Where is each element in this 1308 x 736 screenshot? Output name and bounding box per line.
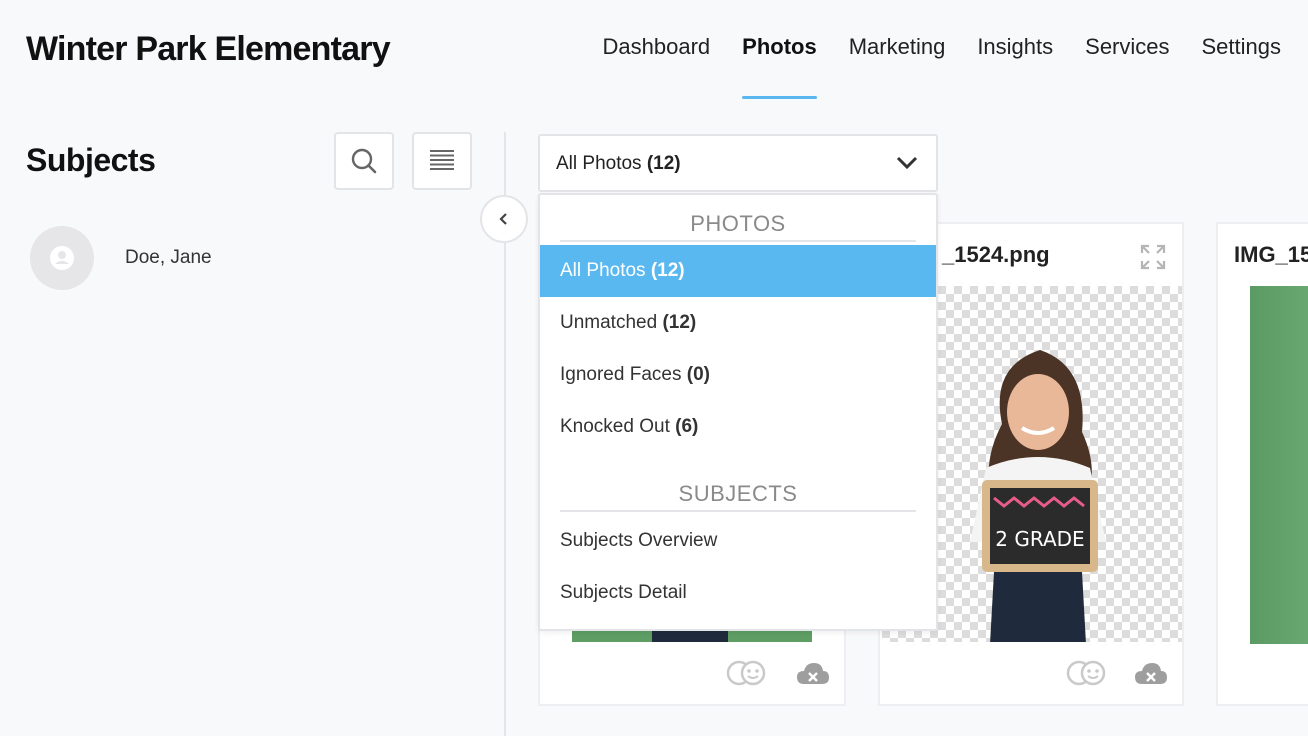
student-photo: 2 GRADE bbox=[970, 350, 1106, 644]
user-avatar-icon bbox=[50, 246, 74, 270]
menu-item-label: Subjects Overview bbox=[560, 530, 718, 551]
nav-settings[interactable]: Settings bbox=[1202, 34, 1282, 100]
nav-insights[interactable]: Insights bbox=[977, 34, 1053, 100]
subject-name: Doe, Jane bbox=[125, 247, 212, 268]
collapse-panel-button[interactable] bbox=[480, 195, 528, 243]
filter-selected-label: All Photos bbox=[556, 153, 642, 174]
svg-text:2 GRADE: 2 GRADE bbox=[995, 527, 1084, 551]
filter-selected-count: (12) bbox=[646, 153, 681, 174]
nav-services[interactable]: Services bbox=[1085, 34, 1169, 100]
menu-item-unmatched[interactable]: Unmatched (12) bbox=[540, 297, 936, 349]
menu-item-label: All Photos bbox=[560, 260, 646, 281]
menu-item-label: Subjects Detail bbox=[560, 582, 687, 603]
search-icon bbox=[351, 148, 377, 174]
filter-selected-value: All Photos (12) bbox=[556, 153, 681, 175]
card-footer bbox=[880, 642, 1182, 704]
menu-item-subjects-detail[interactable]: Subjects Detail bbox=[540, 567, 936, 619]
card-footer bbox=[540, 642, 844, 704]
list-view-button[interactable] bbox=[412, 132, 472, 190]
photo-card[interactable]: IMG_15 bbox=[1216, 222, 1308, 706]
photo-filter-select[interactable]: All Photos (12) bbox=[538, 134, 938, 192]
menu-item-label: Knocked Out bbox=[560, 416, 670, 437]
menu-item-all-photos[interactable]: All Photos (12) bbox=[540, 245, 936, 297]
face-match-icon[interactable] bbox=[1066, 660, 1106, 686]
list-view-icon bbox=[430, 150, 454, 170]
cloud-remove-icon[interactable] bbox=[1134, 660, 1168, 686]
menu-item-knocked-out[interactable]: Knocked Out (6) bbox=[540, 401, 936, 453]
subjects-section-header: SUBJECTS bbox=[560, 481, 916, 512]
photo-thumbnail[interactable] bbox=[1250, 286, 1308, 644]
nav-marketing[interactable]: Marketing bbox=[849, 34, 946, 100]
face-match-icon[interactable] bbox=[726, 660, 766, 686]
photo-filename: IMG_15 bbox=[1234, 242, 1308, 267]
avatar bbox=[30, 226, 94, 290]
subject-list-item[interactable]: Doe, Jane bbox=[30, 226, 212, 290]
nav-photos[interactable]: Photos bbox=[742, 34, 817, 100]
subjects-title: Subjects bbox=[26, 142, 156, 178]
menu-item-ignored-faces[interactable]: Ignored Faces (0) bbox=[540, 349, 936, 401]
menu-item-label: Ignored Faces bbox=[560, 364, 682, 385]
menu-item-subjects-overview[interactable]: Subjects Overview bbox=[540, 515, 936, 567]
main-nav: Dashboard Photos Marketing Insights Serv… bbox=[571, 34, 1281, 100]
menu-item-label: Unmatched bbox=[560, 312, 658, 333]
menu-item-count: (12) bbox=[650, 260, 685, 281]
expand-icon[interactable] bbox=[1140, 244, 1166, 270]
menu-item-count: (12) bbox=[662, 312, 697, 333]
chevron-left-icon bbox=[499, 213, 507, 225]
chevron-down-icon bbox=[896, 156, 918, 170]
photos-section-header: PHOTOS bbox=[560, 211, 916, 242]
search-button[interactable] bbox=[334, 132, 394, 190]
app-title: Winter Park Elementary bbox=[26, 30, 391, 68]
cloud-remove-icon[interactable] bbox=[796, 660, 830, 686]
menu-item-count: (0) bbox=[686, 364, 710, 385]
filter-dropdown-menu: PHOTOS All Photos (12) Unmatched (12) Ig… bbox=[538, 193, 938, 631]
menu-item-count: (6) bbox=[675, 416, 699, 437]
nav-dashboard[interactable]: Dashboard bbox=[603, 34, 711, 100]
photo-filename: _1524.png bbox=[942, 242, 1050, 267]
